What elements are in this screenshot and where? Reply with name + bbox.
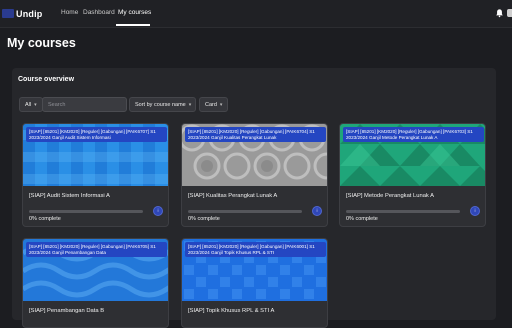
course-card[interactable]: [SIAP] [85201] [KM2020] [Reguler] [Gabun… xyxy=(181,238,328,328)
chevron-down-icon: ▾ xyxy=(188,101,192,108)
info-icon: ⁝ xyxy=(157,208,159,214)
bell-icon[interactable] xyxy=(495,8,504,18)
info-icon: ⁝ xyxy=(316,208,318,214)
course-overview-title: Course overview xyxy=(18,76,75,83)
logo-text: Undip xyxy=(16,8,43,19)
nav-home[interactable]: Home xyxy=(61,9,78,16)
course-name-link[interactable]: [SIAP] Kualitas Perangkat Lunak A xyxy=(188,193,277,199)
site-logo[interactable]: Undip xyxy=(2,7,43,20)
course-category-tag: [SIAP] [85201] [KM2020] [Reguler] [Gabun… xyxy=(185,242,326,258)
sort-dropdown-label: Sort by course name xyxy=(135,101,186,108)
course-card[interactable]: [SIAP] [85201] [KM2020] [Reguler] [Gabun… xyxy=(22,123,169,227)
course-card[interactable]: [SIAP] [85201] [KM2020] [Reguler] [Gabun… xyxy=(339,123,486,227)
course-category-tag: [SIAP] [85201] [KM2020] [Reguler] [Gabun… xyxy=(343,127,484,143)
chevron-down-icon: ▾ xyxy=(34,101,37,108)
course-name-link[interactable]: [SIAP] Audit Sistem Informasi A xyxy=(29,193,110,199)
progress-text: 0% complete xyxy=(29,216,61,222)
sort-dropdown[interactable]: Sort by course name ▾ xyxy=(129,97,196,112)
filter-dropdown-label: All xyxy=(25,101,32,108)
course-card[interactable]: [SIAP] [85201] [KM2020] [Reguler] [Gabun… xyxy=(22,238,169,328)
filter-dropdown[interactable]: All ▾ xyxy=(19,97,43,112)
course-category-tag: [SIAP] [85201] [KM2020] [Reguler] [Gabun… xyxy=(185,127,326,143)
course-name-link[interactable]: [SIAP] Penambangan Data B xyxy=(29,308,104,314)
nav-dashboard[interactable]: Dashboard xyxy=(83,9,115,16)
course-actions-button[interactable]: ⁝ xyxy=(312,206,322,216)
progress-bar xyxy=(188,210,302,213)
page-title: My courses xyxy=(7,36,76,50)
course-card[interactable]: [SIAP] [85201] [KM2020] [Reguler] [Gabun… xyxy=(181,123,328,227)
course-category-tag: [SIAP] [85201] [KM2020] [Reguler] [Gabun… xyxy=(26,242,167,258)
course-actions-button[interactable]: ⁝ xyxy=(153,206,163,216)
user-avatar[interactable] xyxy=(507,9,512,17)
course-name-link[interactable]: [SIAP] Topik Khusus RPL & STI A xyxy=(188,308,274,314)
view-dropdown-label: Card xyxy=(205,101,217,108)
view-dropdown[interactable]: Card ▾ xyxy=(199,97,228,112)
course-actions-button[interactable]: ⁝ xyxy=(470,206,480,216)
course-category-tag: [SIAP] [85201] [KM2020] [Reguler] [Gabun… xyxy=(26,127,167,143)
info-icon: ⁝ xyxy=(474,208,476,214)
course-name-link[interactable]: [SIAP] Metode Perangkat Lunak A xyxy=(346,193,434,199)
logo-mark-icon xyxy=(2,9,14,18)
progress-text: 0% complete xyxy=(346,216,378,222)
top-navbar: Undip Home Dashboard My courses xyxy=(0,0,512,28)
active-nav-indicator xyxy=(116,24,150,26)
search-input[interactable] xyxy=(42,97,127,112)
nav-my-courses[interactable]: My courses xyxy=(118,9,151,16)
progress-bar xyxy=(346,210,460,213)
progress-text: 0% complete xyxy=(188,216,220,222)
progress-bar xyxy=(29,210,143,213)
chevron-down-icon: ▾ xyxy=(219,101,223,108)
